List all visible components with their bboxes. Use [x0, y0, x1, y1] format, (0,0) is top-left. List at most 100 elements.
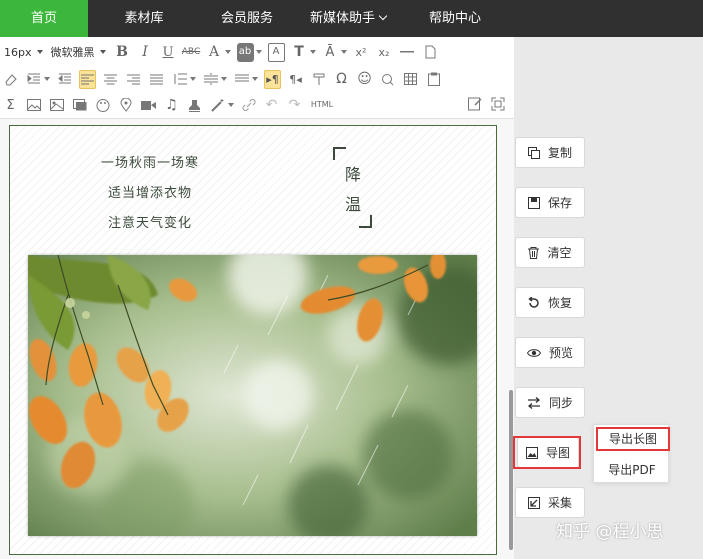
magic-wand-dropdown-icon[interactable] [228, 103, 234, 107]
video-icon[interactable] [140, 96, 157, 115]
palette-icon[interactable] [94, 96, 111, 115]
text-case-icon[interactable]: Ā [322, 43, 339, 62]
eye-icon [526, 348, 541, 358]
copy-button[interactable]: 复制 [515, 137, 585, 168]
restore-button-label: 恢复 [547, 296, 572, 310]
new-doc-icon[interactable] [422, 43, 439, 62]
magic-wand-icon[interactable] [209, 96, 226, 115]
restore-icon [528, 296, 540, 309]
eraser-icon[interactable] [2, 70, 19, 89]
nav-membership[interactable]: 会员服务 [200, 0, 294, 37]
text-size-icon[interactable]: T [291, 43, 308, 62]
bold-icon[interactable]: B [114, 43, 131, 62]
collect-button[interactable]: 采集 [515, 487, 585, 518]
line-height-icon[interactable] [171, 70, 188, 89]
map-icon[interactable] [117, 96, 134, 115]
poem-line-1: 一场秋雨一场寒 [100, 156, 199, 171]
fullscreen-icon[interactable] [489, 94, 506, 113]
sync-button-label: 同步 [548, 396, 573, 410]
image-multi-icon[interactable] [48, 96, 65, 115]
restore-button[interactable]: 恢复 [515, 287, 585, 318]
collect-icon [527, 496, 540, 509]
font-color-dropdown-icon[interactable] [224, 50, 231, 54]
export-long-image-item[interactable]: 导出长图 [596, 427, 670, 451]
toolbar-row-1: 16px 微软雅黑 B I U ABC A ab A T Ā x² x₂ [4, 40, 445, 64]
title-char-1: 降 [345, 165, 362, 184]
nav-help[interactable]: 帮助中心 [402, 0, 508, 37]
copy-icon [527, 146, 540, 159]
strikethrough-icon[interactable]: ABC [182, 43, 200, 62]
title-bracket-bottom-right [359, 215, 372, 228]
font-color-icon[interactable]: A [206, 43, 223, 62]
preview-button[interactable]: 预览 [515, 337, 585, 368]
title-bracket-top-left [333, 147, 346, 160]
html-source-button[interactable]: HTML [309, 96, 335, 115]
border-text-icon[interactable]: A [267, 42, 285, 62]
nav-media-assistant-label: 新媒体助手 [309, 11, 375, 26]
export-pdf-item[interactable]: 导出PDF [594, 457, 670, 483]
align-right-icon[interactable] [125, 70, 142, 89]
link-icon[interactable] [240, 96, 257, 115]
font-family-select[interactable]: 微软雅黑 [51, 44, 106, 60]
nav-home[interactable]: 首页 [0, 0, 88, 37]
superscript-icon[interactable]: x² [353, 43, 370, 62]
paragraph-spacing-icon[interactable] [202, 70, 219, 89]
format-icon[interactable] [310, 70, 327, 89]
align-left-icon[interactable] [79, 69, 96, 89]
nav-media-assistant[interactable]: 新媒体助手 [294, 0, 402, 37]
save-button-label: 保存 [547, 196, 572, 210]
subscript-icon[interactable]: x₂ [376, 43, 393, 62]
find-icon[interactable] [379, 70, 396, 89]
horizontal-line-icon[interactable] [399, 43, 416, 62]
line-height-dropdown-icon[interactable] [190, 77, 196, 81]
highlight-icon[interactable]: ab [236, 42, 254, 62]
frame-icon[interactable] [71, 96, 88, 115]
ltr-icon[interactable]: ▸¶ [264, 69, 281, 89]
nav-help-label: 帮助中心 [428, 11, 481, 26]
align-center-icon[interactable] [102, 70, 119, 89]
undo-icon[interactable]: ↶ [263, 96, 280, 115]
emoji-icon[interactable]: ☺ [356, 70, 373, 89]
text-size-dropdown-icon[interactable] [309, 50, 316, 54]
save-icon [527, 196, 540, 209]
editor-toolbar: 16px 微软雅黑 B I U ABC A ab A T Ā x² x₂ ▸¶ [0, 37, 514, 119]
letter-spacing-icon[interactable] [233, 70, 250, 89]
export-image-button-label: 导图 [545, 446, 570, 460]
nav-materials[interactable]: 素材库 [88, 0, 200, 37]
collect-button-label: 采集 [547, 496, 572, 510]
underline-icon[interactable]: U [160, 43, 177, 62]
sync-button[interactable]: 同步 [515, 387, 585, 418]
italic-icon[interactable]: I [137, 43, 154, 62]
outdent-icon[interactable] [56, 70, 73, 89]
sync-icon [527, 396, 541, 409]
font-size-select[interactable]: 16px [4, 46, 43, 59]
music-icon[interactable]: ♫ [163, 96, 180, 115]
save-button[interactable]: 保存 [515, 187, 585, 218]
toolbar-row-3: Σ ♫ ↶ ↷ HTML [2, 93, 341, 117]
title-char-2: 温 [345, 195, 362, 214]
highlight-dropdown-icon[interactable] [255, 50, 262, 54]
align-justify-icon[interactable] [148, 70, 165, 89]
nav-home-label: 首页 [30, 11, 57, 26]
letter-spacing-dropdown-icon[interactable] [252, 77, 258, 81]
export-menu: 导出长图 导出PDF [593, 424, 670, 483]
clear-button[interactable]: 清空 [515, 237, 585, 268]
toolbar-row-2: ▸¶ ¶◂ Ω ☺ [2, 67, 448, 91]
redo-icon[interactable]: ↷ [286, 96, 303, 115]
text-case-dropdown-icon[interactable] [340, 50, 347, 54]
rtl-icon[interactable]: ¶◂ [287, 70, 304, 89]
image-icon[interactable] [25, 96, 42, 115]
copy-button-label: 复制 [547, 146, 572, 160]
indent-dropdown-icon[interactable] [44, 77, 50, 81]
omega-icon[interactable]: Ω [333, 70, 350, 89]
indent-icon[interactable] [25, 70, 42, 89]
paste-icon[interactable] [425, 70, 442, 89]
paragraph-spacing-dropdown-icon[interactable] [221, 77, 227, 81]
table-icon[interactable] [402, 70, 419, 89]
editor-scrollbar[interactable] [509, 390, 513, 550]
trash-icon [528, 246, 540, 259]
stamp-icon[interactable] [186, 96, 203, 115]
export-image-button[interactable]: 导图 [517, 437, 579, 468]
edit-icon[interactable] [466, 94, 483, 113]
sum-icon[interactable]: Σ [2, 96, 19, 115]
